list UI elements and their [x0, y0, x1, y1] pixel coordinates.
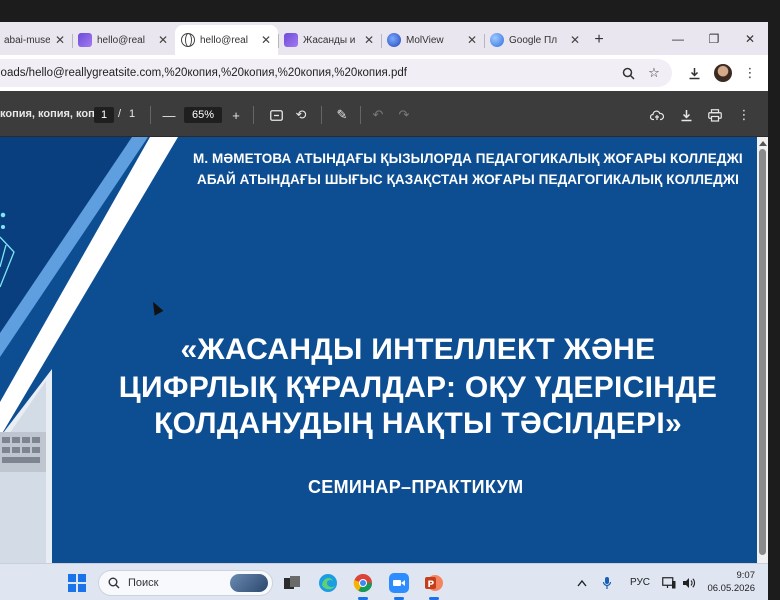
pdf-viewport[interactable]: М. МӘМЕТОВА АТЫНДАҒЫ ҚЫЗЫЛОРДА ПЕДАГОГИК…	[0, 137, 768, 563]
task-view-icon[interactable]	[280, 571, 304, 595]
tab-zhasandy[interactable]: Жасанды и ✕	[278, 25, 381, 55]
molview-icon	[387, 33, 401, 47]
google-icon	[490, 33, 504, 47]
show-hidden-icons[interactable]	[577, 564, 587, 600]
page-separator: /	[118, 108, 122, 120]
downloads-icon[interactable]	[684, 63, 704, 83]
more-options-icon[interactable]: ⋮	[734, 105, 754, 125]
page-number-input[interactable]: 1	[94, 107, 114, 123]
screen-bezel-top	[0, 0, 780, 22]
tab-title: Google Пл	[509, 34, 558, 46]
undo-icon[interactable]: ↶	[368, 105, 388, 125]
minimize-icon[interactable]: —	[660, 22, 696, 55]
close-window-icon[interactable]: ✕	[732, 22, 768, 55]
toolbar-divider	[360, 106, 361, 124]
zoom-out-icon[interactable]: —	[159, 105, 179, 125]
close-tab-icon[interactable]: ✕	[54, 33, 66, 47]
close-tab-icon[interactable]: ✕	[466, 33, 478, 47]
total-pages: 1	[129, 108, 136, 120]
volume-icon[interactable]	[682, 564, 696, 600]
slide-title-line-2: ЦИФРЛЫҚ ҚҰРАЛДАР: ОҚУ ҮДЕРІСІНДЕ	[118, 371, 718, 404]
close-tab-icon[interactable]: ✕	[569, 33, 581, 47]
restore-icon[interactable]: ❐	[696, 22, 732, 55]
tab-hello-pdf-active[interactable]: hello@real ✕	[175, 25, 278, 55]
screen: { "browser": { "tabs": [ {"title": "abai…	[0, 0, 780, 600]
taskbar-search[interactable]: Поиск	[98, 570, 273, 596]
pdf-toolbar: копия, копия, копи... 1 / 1 — 65% + ⟲ ✎ …	[0, 91, 768, 137]
tab-title: Жасанды и	[303, 34, 356, 46]
browser-toolbar: loads/hello@reallygreatsite.com,%20копия…	[0, 55, 768, 91]
clock-time: 9:07	[736, 570, 756, 581]
profile-avatar[interactable]	[714, 64, 732, 82]
fit-page-icon[interactable]	[266, 105, 286, 125]
tab-molview[interactable]: MolView ✕	[381, 25, 484, 55]
scroll-up-arrow-icon[interactable]	[759, 141, 767, 146]
clock-date: 06.05.2026	[707, 583, 755, 594]
download-icon[interactable]	[676, 105, 696, 125]
close-tab-icon[interactable]: ✕	[260, 33, 272, 47]
powerpoint-icon[interactable]: P	[422, 571, 446, 595]
chrome-icon[interactable]	[351, 571, 375, 595]
tab-hello-canva[interactable]: hello@real ✕	[72, 25, 175, 55]
browser-tab-strip: abai-muse ✕ hello@real ✕ hello@real ✕ Жа…	[0, 22, 768, 55]
draw-icon[interactable]: ✎	[332, 105, 352, 125]
rotate-icon[interactable]: ⟲	[291, 105, 311, 125]
canva-icon	[78, 33, 92, 47]
windows-start-icon[interactable]	[65, 571, 89, 595]
network-icon[interactable]	[662, 564, 676, 600]
tab-title: hello@real	[200, 34, 248, 46]
search-label: Поиск	[128, 577, 159, 589]
canva-icon	[284, 33, 298, 47]
browser-menu-icon[interactable]: ⋮	[740, 63, 760, 83]
pdf-page: М. МӘМЕТОВА АТЫНДАҒЫ ҚЫЗЫЛОРДА ПЕДАГОГИК…	[0, 137, 757, 563]
tab-title: hello@real	[97, 34, 145, 46]
zoom-in-icon[interactable]: +	[226, 105, 246, 125]
slide-title-line-3: ҚОЛДАНУДЫҢ НАҚТЫ ТӘСІЛДЕРІ»	[154, 407, 682, 440]
zoom-search-icon[interactable]	[618, 63, 638, 83]
new-tab-button[interactable]: +	[587, 25, 611, 55]
laptop-keyboard-image	[0, 432, 46, 472]
address-bar[interactable]: loads/hello@reallygreatsite.com,%20копия…	[0, 59, 672, 87]
college-name-1: М. МӘМЕТОВА АТЫНДАҒЫ ҚЫЗЫЛОРДА ПЕДАГОГИК…	[193, 151, 743, 166]
url-text[interactable]: loads/hello@reallygreatsite.com,%20копия…	[0, 67, 407, 79]
tab-google[interactable]: Google Пл ✕	[484, 25, 587, 55]
zoom-app-icon[interactable]	[387, 571, 411, 595]
toolbar-divider	[321, 106, 322, 124]
svg-text:P: P	[428, 580, 435, 590]
scroll-thumb[interactable]	[759, 149, 766, 555]
tab-title: abai-muse	[4, 34, 50, 46]
globe-icon	[181, 33, 195, 47]
print-icon[interactable]	[705, 105, 725, 125]
save-to-drive-icon[interactable]	[647, 105, 667, 125]
toolbar-divider	[253, 106, 254, 124]
language-indicator[interactable]: РУС	[630, 564, 650, 600]
tab-title: MolView	[406, 34, 444, 46]
tab-abai-museum[interactable]: abai-muse ✕	[0, 25, 72, 55]
zoom-level-input[interactable]: 65%	[184, 107, 222, 123]
search-highlight-image	[230, 574, 268, 592]
close-tab-icon[interactable]: ✕	[363, 33, 375, 47]
edge-browser-icon[interactable]	[316, 571, 340, 595]
screen-bezel-right	[768, 0, 780, 600]
toolbar-divider	[150, 106, 151, 124]
redo-icon[interactable]: ↷	[394, 105, 414, 125]
slide-subtitle: СЕМИНАР–ПРАКТИКУМ	[308, 477, 524, 497]
close-tab-icon[interactable]: ✕	[157, 33, 169, 47]
system-clock[interactable]: 9:07 06.05.2026	[705, 569, 755, 595]
search-icon	[108, 577, 120, 589]
slide-title-line-1: «ЖАСАНДЫ ИНТЕЛЛЕКТ ЖӘНЕ	[180, 333, 656, 366]
college-name-2: АБАЙ АТЫНДАҒЫ ШЫҒЫС ҚАЗАҚСТАН ЖОҒАРЫ ПЕД…	[197, 172, 740, 187]
vertical-scrollbar[interactable]	[757, 137, 768, 563]
microphone-icon[interactable]	[602, 564, 612, 600]
windows-taskbar: Поиск P РУС 9:07 06.05.2026	[0, 563, 768, 600]
bookmark-star-icon[interactable]: ☆	[644, 63, 664, 83]
